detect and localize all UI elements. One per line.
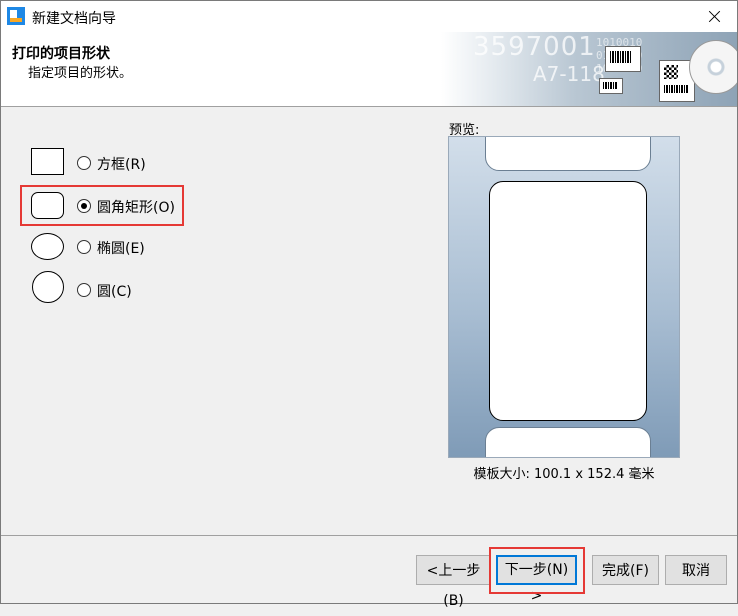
page-title: 打印的项目形状 — [12, 46, 110, 62]
cancel-button[interactable]: 取消 — [665, 555, 727, 585]
radio-rectangle[interactable] — [77, 156, 91, 170]
banner-code: A7-118 — [533, 62, 605, 86]
ellipse-shape-icon — [31, 233, 64, 260]
preview-top-strip — [485, 137, 651, 171]
disc-icon — [689, 40, 737, 94]
radio-label-ellipse[interactable]: 椭圆(E) — [97, 238, 145, 258]
label-card-icon — [599, 78, 623, 94]
radio-label-rectangle[interactable]: 方框(R) — [97, 154, 146, 174]
radio-label-circle[interactable]: 圆(C) — [97, 281, 132, 301]
wizard-window: 新建文档向导 打印的项目形状 指定项目的形状。 3597001 A7-118 1… — [0, 0, 738, 609]
preview-bottom-strip — [485, 427, 651, 457]
label-preview — [448, 136, 680, 458]
back-button[interactable]: <上一步(B) — [416, 555, 491, 609]
close-icon[interactable] — [691, 1, 737, 32]
next-button-highlight — [489, 547, 585, 594]
wizard-header: 打印的项目形状 指定项目的形状。 3597001 A7-118 1010010 … — [1, 32, 737, 107]
radio-rounded-rectangle[interactable] — [77, 199, 91, 213]
app-icon — [7, 7, 25, 25]
banner-number: 3597001 — [473, 32, 596, 62]
page-subtitle: 指定项目的形状。 — [28, 66, 133, 81]
radio-ellipse[interactable] — [77, 240, 91, 254]
circle-shape-icon — [32, 271, 64, 303]
label-card-icon — [605, 46, 641, 72]
radio-circle[interactable] — [77, 283, 91, 297]
template-size-text: 模板大小: 100.1 x 152.4 毫米 — [473, 467, 655, 482]
footer-divider — [1, 535, 737, 536]
preview-label-shape — [489, 181, 647, 421]
rectangle-shape-icon — [31, 148, 64, 175]
finish-button[interactable]: 完成(F) — [592, 555, 659, 585]
window-title: 新建文档向导 — [32, 11, 116, 27]
title-bar: 新建文档向导 — [1, 1, 737, 32]
rounded-rectangle-shape-icon — [31, 192, 64, 219]
header-banner-image: 3597001 A7-118 1010010 0110100 1001010 — [441, 32, 737, 106]
radio-label-rounded-rectangle[interactable]: 圆角矩形(O) — [97, 197, 175, 217]
